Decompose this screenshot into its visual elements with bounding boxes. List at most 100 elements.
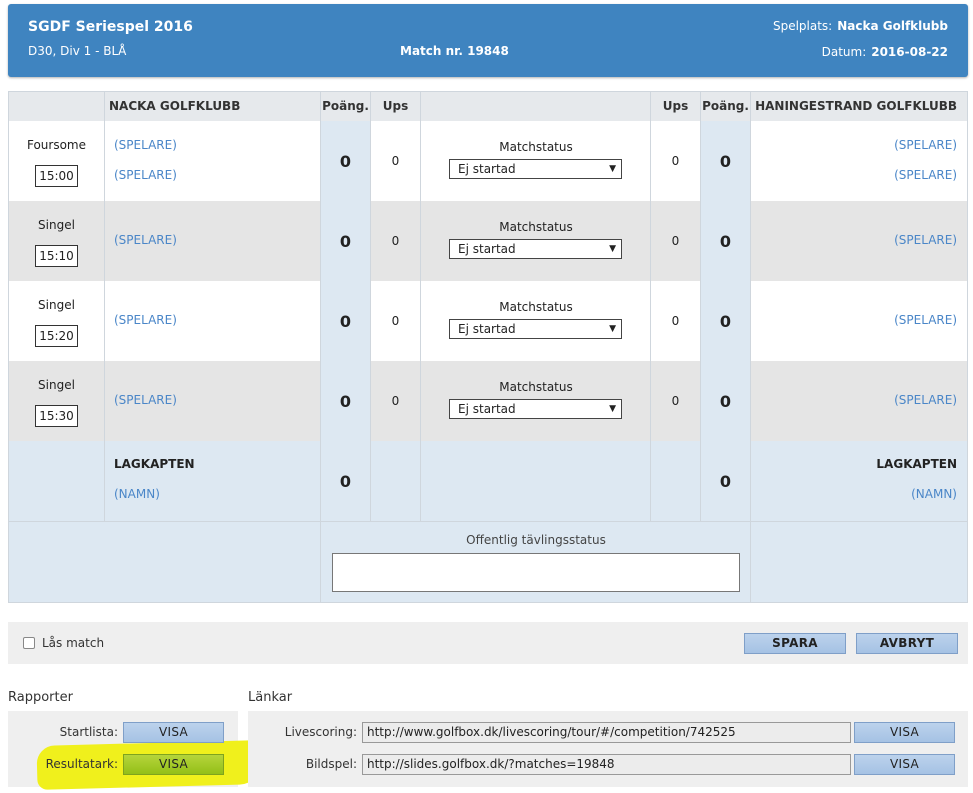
away-player-link[interactable]: (SPELARE): [894, 313, 957, 327]
venue-info: Spelplats: Nacka Golfklubb: [773, 19, 948, 33]
away-ups: 0: [671, 314, 680, 328]
match-row: Singel 15:10 (SPELARE) 0 0 Matchstatus E…: [9, 201, 967, 281]
away-player-link[interactable]: (SPELARE): [894, 138, 957, 152]
away-points: 0: [719, 232, 732, 251]
away-points-header: Poäng.: [701, 92, 750, 121]
divider: [104, 92, 105, 521]
away-points: 0: [719, 312, 732, 331]
tee-time[interactable]: 15:10: [35, 245, 78, 267]
home-ups: 0: [391, 234, 400, 248]
slideshow-label: Bildspel:: [305, 757, 357, 771]
home-player-link[interactable]: (SPELARE): [114, 138, 177, 152]
divider: [650, 92, 651, 521]
lock-match-checkbox[interactable]: [23, 637, 35, 649]
match-type: Singel: [38, 378, 75, 392]
away-points: 0: [719, 392, 732, 411]
captain-row: LAGKAPTEN (NAMN) 0 0 LAGKAPTEN (NAMN): [9, 441, 967, 521]
home-captain-link[interactable]: (NAMN): [114, 487, 160, 501]
match-status-label: Matchstatus: [499, 380, 573, 394]
slideshow-url-field[interactable]: http://slides.golfbox.dk/?matches=19848: [362, 754, 851, 775]
match-type: Singel: [38, 298, 75, 312]
match-row: Singel 15:20 (SPELARE) 0 0 Matchstatus E…: [9, 281, 967, 361]
dropdown-arrow-icon: ▼: [609, 244, 616, 254]
home-player-link[interactable]: (SPELARE): [114, 313, 177, 327]
away-ups: 0: [671, 234, 680, 248]
match-status-label: Matchstatus: [499, 140, 573, 154]
home-player-link[interactable]: (SPELARE): [114, 393, 177, 407]
home-player-link[interactable]: (SPELARE): [114, 233, 177, 247]
match-status-select[interactable]: Ej startad ▼: [449, 159, 622, 179]
home-points-header: Poäng.: [321, 92, 370, 121]
home-player-link[interactable]: (SPELARE): [114, 168, 177, 182]
match-row: Foursome 15:00 (SPELARE) (SPELARE) 0 0 M…: [9, 121, 967, 201]
divider: [9, 521, 967, 522]
match-status-value: Ej startad: [458, 242, 516, 256]
slideshow-view-button[interactable]: VISA: [854, 754, 955, 775]
division-label: D30, Div 1 - BLÅ: [28, 44, 127, 58]
livescoring-url-field[interactable]: http://www.golfbox.dk/livescoring/tour/#…: [362, 722, 851, 743]
public-status-input[interactable]: [332, 553, 740, 592]
divider: [700, 92, 701, 521]
venue-value: Nacka Golfklubb: [837, 19, 948, 33]
result-sheet-view-button[interactable]: VISA: [123, 754, 224, 775]
away-captain-points: 0: [719, 472, 732, 491]
match-table: NACKA GOLFKLUBB Poäng. Ups Ups Poäng. HA…: [8, 91, 968, 603]
lock-match-label: Lås match: [42, 636, 105, 650]
dropdown-arrow-icon: ▼: [609, 404, 616, 414]
match-status-select[interactable]: Ej startad ▼: [449, 239, 622, 259]
divider: [370, 92, 371, 521]
livescoring-label: Livescoring:: [284, 725, 357, 739]
home-points: 0: [339, 392, 352, 411]
dropdown-arrow-icon: ▼: [609, 164, 616, 174]
public-status-label: Offentlig tävlingsstatus: [466, 533, 606, 547]
home-ups-header: Ups: [371, 92, 420, 121]
home-ups: 0: [391, 154, 400, 168]
match-type: Foursome: [26, 138, 87, 152]
date-value: 2016-08-22: [871, 45, 948, 59]
cancel-button[interactable]: AVBRYT: [856, 633, 958, 654]
home-team-header: NACKA GOLFKLUBB: [109, 92, 241, 121]
match-status-value: Ej startad: [458, 322, 516, 336]
away-captain-link[interactable]: (NAMN): [911, 487, 957, 501]
home-captain-label: LAGKAPTEN: [114, 457, 195, 471]
tee-time[interactable]: 15:20: [35, 325, 78, 347]
divider: [420, 92, 421, 521]
tee-time[interactable]: 15:30: [35, 405, 78, 427]
match-row: Singel 15:30 (SPELARE) 0 0 Matchstatus E…: [9, 361, 967, 441]
match-status-value: Ej startad: [458, 402, 516, 416]
divider: [750, 92, 751, 602]
startlist-view-button[interactable]: VISA: [123, 722, 224, 743]
divider: [320, 92, 321, 602]
livescoring-view-button[interactable]: VISA: [854, 722, 955, 743]
match-status-label: Matchstatus: [499, 220, 573, 234]
match-status-label: Matchstatus: [499, 300, 573, 314]
away-team-header: HANINGESTRAND GOLFKLUBB: [751, 92, 967, 121]
away-player-link[interactable]: (SPELARE): [894, 393, 957, 407]
match-number: Match nr. 19848: [400, 44, 509, 58]
away-points: 0: [719, 152, 732, 171]
away-player-link[interactable]: (SPELARE): [894, 233, 957, 247]
date-info: Datum: 2016-08-22: [822, 45, 948, 59]
save-button[interactable]: SPARA: [744, 633, 846, 654]
away-ups: 0: [671, 154, 680, 168]
result-sheet-label: Resultatark:: [45, 757, 118, 771]
action-bar: Lås match SPARA AVBRYT: [8, 622, 968, 664]
match-header: SGDF Seriespel 2016 D30, Div 1 - BLÅ Mat…: [8, 4, 968, 77]
public-status-row: Offentlig tävlingsstatus: [9, 521, 967, 602]
competition-title: SGDF Seriespel 2016: [28, 19, 193, 35]
away-player-link[interactable]: (SPELARE): [894, 168, 957, 182]
date-label: Datum:: [821, 45, 867, 59]
match-status-select[interactable]: Ej startad ▼: [449, 319, 622, 339]
home-captain-points: 0: [339, 472, 352, 491]
home-points: 0: [339, 232, 352, 251]
match-type: Singel: [38, 218, 75, 232]
home-points: 0: [339, 152, 352, 171]
match-status-value: Ej startad: [458, 162, 516, 176]
tee-time[interactable]: 15:00: [35, 165, 78, 187]
venue-label: Spelplats:: [772, 19, 833, 33]
match-status-select[interactable]: Ej startad ▼: [449, 399, 622, 419]
away-ups: 0: [671, 394, 680, 408]
dropdown-arrow-icon: ▼: [609, 324, 616, 334]
startlist-label: Startlista:: [59, 725, 118, 739]
home-points: 0: [339, 312, 352, 331]
